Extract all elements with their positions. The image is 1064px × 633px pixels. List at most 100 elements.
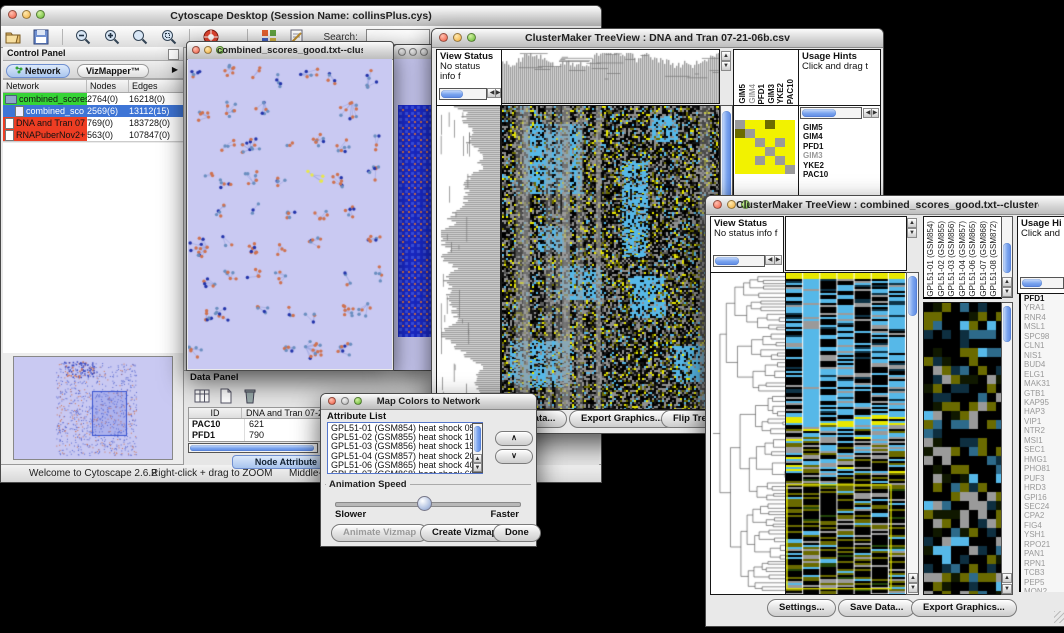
gene-column-label[interactable]: GIM4	[748, 84, 758, 104]
tv2-left-dendrogram-canvas[interactable]	[711, 273, 785, 594]
array-column-label[interactable]: GPL51-04 (GSM857)	[958, 221, 969, 297]
minimize-button[interactable]	[453, 33, 462, 42]
scroll-right-arrow[interactable]: ▶	[871, 108, 879, 118]
tv2-labels-vscrollbar[interactable]: ▲ ▼	[1001, 216, 1013, 298]
tv2-hints-hscroll-thumb[interactable]	[1022, 279, 1042, 287]
tv1-top-dendrogram-canvas[interactable]	[502, 50, 719, 103]
gene-list-item[interactable]: SEC24	[1024, 502, 1064, 511]
treeview2-titlebar[interactable]: ClusterMaker TreeView : combined_scores_…	[706, 196, 1064, 215]
network-view-canvas[interactable]	[188, 59, 392, 369]
gene-column-label[interactable]: PAC10	[786, 79, 796, 104]
gene-list-item[interactable]: SEC1	[1024, 445, 1064, 454]
scroll-down-arrow[interactable]: ▼	[1002, 287, 1012, 297]
dialog-titlebar[interactable]: Map Colors to Network	[321, 394, 536, 410]
minimize-button[interactable]	[22, 10, 31, 19]
gene-list-item[interactable]: CLN1	[1024, 341, 1064, 350]
gene-list-item[interactable]: VIP1	[1024, 417, 1064, 426]
scroll-down-arrow[interactable]: ▼	[1002, 584, 1012, 594]
network-row[interactable]: combined_sco 2569(6) 13112(15)	[3, 105, 183, 117]
tabs-more-arrow[interactable]: ▶	[172, 65, 178, 74]
gene-list-item[interactable]: SPC98	[1024, 332, 1064, 341]
gene-list-item[interactable]: YKE2	[803, 161, 828, 170]
sliver-network-view[interactable]	[394, 59, 434, 370]
tv2-export-graphics-button[interactable]: Export Graphics...	[911, 599, 1017, 617]
data-panel-hscroll-thumb[interactable]	[190, 445, 314, 451]
delete-attribute-icon[interactable]	[241, 387, 259, 405]
gene-column-label[interactable]: YKE2	[776, 83, 786, 104]
scroll-down-arrow[interactable]: ▼	[908, 583, 918, 593]
gene-list-item[interactable]: GIM3	[803, 151, 828, 160]
gene-list-item[interactable]: PAC10	[803, 170, 828, 179]
zoom-out-icon[interactable]	[74, 28, 92, 46]
array-column-label[interactable]: GPL51-07 (GSM868)	[979, 221, 990, 297]
dense-network-canvas[interactable]	[398, 105, 431, 337]
tv2-column-labels-panel[interactable]: GPL51-01 (GSM854)GPL51-02 (GSM855)GPL51-…	[923, 216, 1002, 299]
animation-slider-thumb[interactable]	[417, 496, 432, 511]
gene-list-item[interactable]: PFD1	[1024, 294, 1064, 303]
gene-list-item[interactable]: TCB3	[1024, 568, 1064, 577]
attribute-listbox[interactable]: GPL51-01 (GSM854) heat shock 05 minGPL51…	[327, 422, 483, 474]
animate-vizmap-button[interactable]: Animate Vizmap	[331, 524, 428, 542]
gene-list-item[interactable]: KAP95	[1024, 398, 1064, 407]
data-panel-hscrollbar[interactable]	[188, 443, 318, 453]
tv1-left-dendrogram-canvas[interactable]	[437, 106, 500, 409]
gene-list-item[interactable]: PUF3	[1024, 474, 1064, 483]
gene-list-item[interactable]: RPN1	[1024, 559, 1064, 568]
background-network-window[interactable]	[393, 44, 435, 371]
zoom-button[interactable]	[420, 48, 428, 56]
network-table-header[interactable]: Network Nodes Edges	[3, 79, 183, 93]
tv2-subheat-vscrollbar[interactable]: ▲ ▼	[1001, 302, 1013, 595]
minimize-button[interactable]	[409, 48, 417, 56]
gene-list-item[interactable]: PAN1	[1024, 549, 1064, 558]
tv2-settings-button[interactable]: Settings...	[767, 599, 836, 617]
scroll-right-arrow[interactable]: ▶	[774, 255, 782, 265]
tv2-left-dendrogram-pane[interactable]	[710, 272, 786, 595]
tab-vizmapper[interactable]: VizMapper™	[77, 64, 149, 78]
gene-list-item[interactable]: GTB1	[1024, 389, 1064, 398]
tv1-status-hscroll-thumb[interactable]	[441, 90, 463, 98]
move-up-button[interactable]: ∧	[495, 431, 533, 446]
minimize-button[interactable]	[727, 200, 736, 209]
zoom-in-icon[interactable]	[103, 28, 121, 46]
close-button[interactable]	[328, 397, 336, 405]
gene-list-item[interactable]: GPI16	[1024, 493, 1064, 502]
zoom-fit-icon[interactable]	[160, 28, 178, 46]
gene-list-item[interactable]: ELG1	[1024, 370, 1064, 379]
attribute-item[interactable]: GPL51-07 (GSM868) heat shock 60 min	[331, 470, 482, 474]
array-column-label[interactable]: GPL51-02 (GSM855)	[937, 221, 948, 297]
tv2-heatmap-canvas[interactable]	[786, 273, 906, 594]
scroll-up-arrow[interactable]: ▲	[1002, 277, 1012, 287]
network-row[interactable]: combined_scores 2764(0) 16218(0)	[3, 93, 183, 105]
tv1-export-graphics-button[interactable]: Export Graphics...	[569, 410, 675, 428]
gene-list-item[interactable]: MON2	[1024, 587, 1064, 592]
gene-list-item[interactable]: BUD4	[1024, 360, 1064, 369]
gene-list-item[interactable]: HRD3	[1024, 483, 1064, 492]
attribute-list-vscroll-thumb[interactable]	[474, 426, 481, 452]
new-attribute-icon[interactable]	[217, 387, 235, 405]
tv2-subheatmap-pane[interactable]	[923, 302, 1002, 595]
array-column-label[interactable]: GPL51-08 (GSM872)	[989, 221, 1000, 297]
tv1-gene-hscrollbar[interactable]	[800, 107, 862, 119]
gene-list-item[interactable]: HAP3	[1024, 407, 1064, 416]
sliver-titlebar[interactable]	[394, 45, 434, 60]
gene-list-item[interactable]: CPA2	[1024, 511, 1064, 520]
tv1-column-labels-panel[interactable]: GIM5GIM4PFD1GIM3YKE2PAC10	[733, 49, 799, 106]
network-overview-pane[interactable]	[13, 356, 173, 460]
tv2-subheat-vscroll-thumb[interactable]	[1003, 306, 1011, 342]
tv2-subheatmap-canvas[interactable]	[924, 303, 1001, 594]
attribute-list-vscrollbar[interactable]: ▲ ▼	[472, 423, 483, 473]
float-panel-icon[interactable]	[168, 49, 179, 60]
tv2-status-hscrollbar[interactable]	[713, 255, 765, 267]
gene-list-item[interactable]: PEP5	[1024, 578, 1064, 587]
gene-list-item[interactable]: FIG4	[1024, 521, 1064, 530]
close-button[interactable]	[8, 10, 17, 19]
correlation-matrix[interactable]	[735, 120, 795, 174]
tv2-save-data-button[interactable]: Save Data...	[838, 599, 915, 617]
network-overview-canvas[interactable]	[14, 357, 172, 459]
gene-list-item[interactable]: MSI1	[1024, 436, 1064, 445]
minimize-button[interactable]	[204, 46, 212, 54]
array-column-label[interactable]: GPL51-03 (GSM856)	[947, 221, 958, 297]
zoom-selected-icon[interactable]	[131, 28, 149, 46]
save-icon[interactable]	[32, 28, 50, 46]
gene-list-item[interactable]: MAK31	[1024, 379, 1064, 388]
